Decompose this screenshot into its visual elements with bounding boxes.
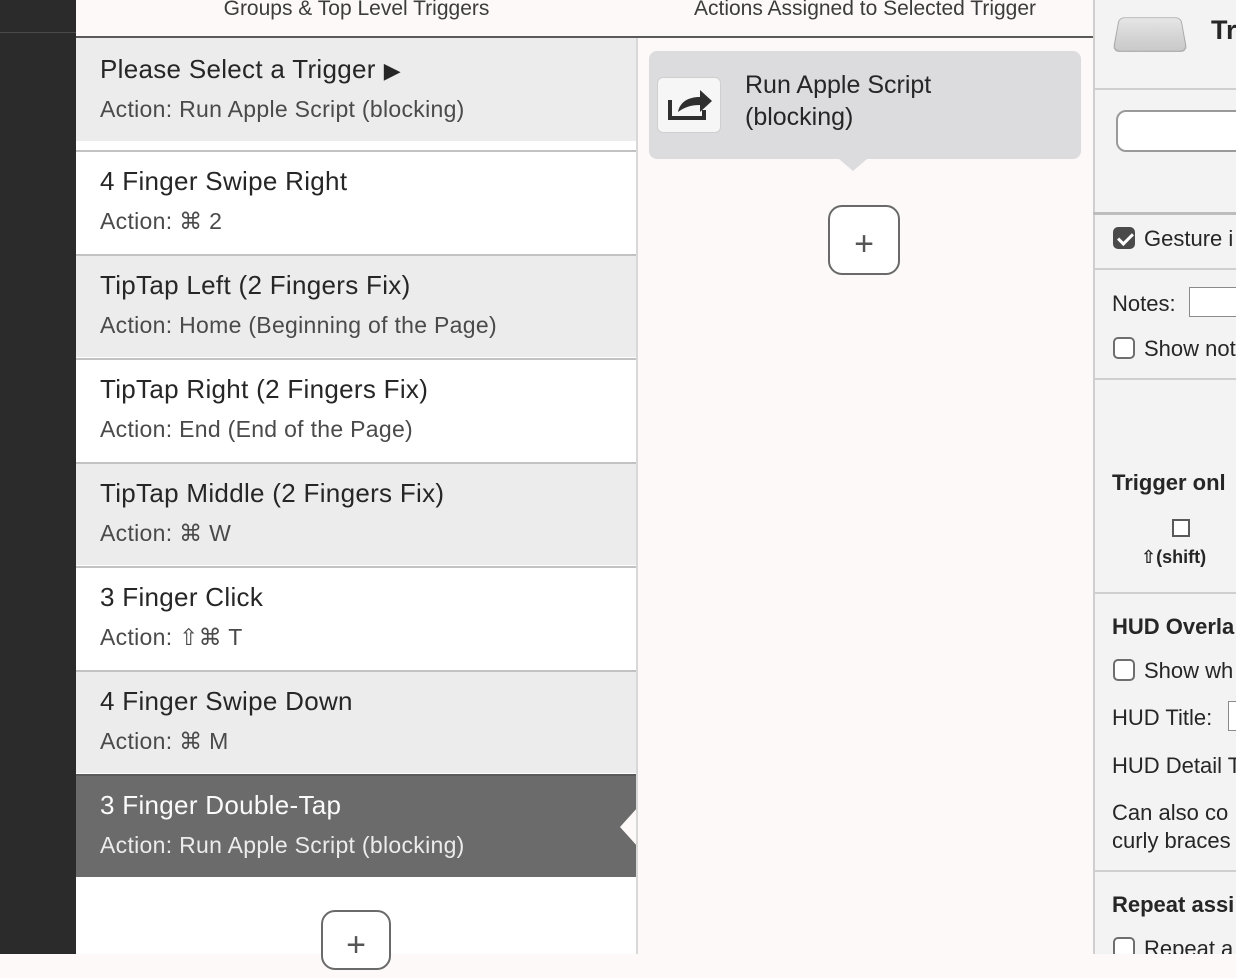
trigger-list: Please Select a Trigger ▶ Action: Run App… xyxy=(76,38,638,970)
trigger-action: Action: Run Apple Script (blocking) xyxy=(100,832,465,858)
show-when-checkbox[interactable] xyxy=(1113,659,1135,681)
show-when-label: Show wh xyxy=(1144,658,1234,683)
show-notes-checkbox[interactable] xyxy=(1113,337,1135,359)
trigger-title: 3 Finger Click xyxy=(100,582,264,612)
gesture-name-input[interactable] xyxy=(1116,110,1236,152)
add-trigger-button[interactable]: + xyxy=(321,910,391,970)
trigger-action: Action: ⇧⌘ T xyxy=(100,624,243,650)
can-also-text-1: Can also co xyxy=(1112,800,1229,825)
add-action-button[interactable]: + xyxy=(828,205,900,275)
trigger-title: TipTap Left (2 Fingers Fix) xyxy=(100,270,411,300)
notes-input[interactable] xyxy=(1189,287,1236,317)
trigger-row[interactable]: TipTap Right (2 Fingers Fix) Action: End… xyxy=(76,358,637,461)
trigger-action: Action: Home (Beginning of the Page) xyxy=(100,312,497,338)
trigger-title: 4 Finger Swipe Down xyxy=(100,686,353,716)
action-card[interactable]: Run Apple Script (blocking) xyxy=(649,51,1081,171)
shift-modifier-checkbox[interactable] xyxy=(1172,519,1190,537)
trackpad-icon xyxy=(1112,17,1188,52)
can-also-text-2: curly braces xyxy=(1112,828,1231,853)
hud-detail-label: HUD Detail T xyxy=(1112,753,1236,778)
trigger-config-panel: Tr Gesture i Notes: Show not Trigger onl… xyxy=(1093,0,1236,954)
panel-divider xyxy=(636,38,638,954)
hud-title-input[interactable] xyxy=(1228,701,1236,731)
trigger-action: Action: ⌘ 2 xyxy=(100,208,223,234)
trigger-row[interactable]: TipTap Middle (2 Fingers Fix) Action: ⌘ … xyxy=(76,462,637,565)
repeat-checkbox[interactable] xyxy=(1113,937,1135,954)
show-notes-label: Show not xyxy=(1144,336,1236,361)
share-arrow-icon xyxy=(657,77,721,133)
trigger-title: 4 Finger Swipe Right xyxy=(100,166,348,196)
trigger-title: TipTap Right (2 Fingers Fix) xyxy=(100,374,429,404)
gesture-checkbox-label: Gesture i xyxy=(1144,226,1234,251)
triggers-column-header: Groups & Top Level Triggers xyxy=(223,0,490,20)
actions-column-header: Actions Assigned to Selected Trigger xyxy=(693,0,1037,20)
trigger-action: Action: Run Apple Script (blocking) xyxy=(100,96,465,122)
trigger-action: Action: End (End of the Page) xyxy=(100,416,414,442)
repeat-checkbox-label: Repeat a xyxy=(1144,936,1234,954)
trigger-row-selected[interactable]: 3 Finger Double-Tap Action: Run Apple Sc… xyxy=(76,774,638,877)
gesture-enabled-checkbox[interactable] xyxy=(1113,227,1135,249)
repeat-label: Repeat assi xyxy=(1112,892,1235,917)
trigger-title: TipTap Middle (2 Fingers Fix) xyxy=(100,478,445,508)
sidebar-strip xyxy=(0,0,76,954)
trigger-row[interactable]: TipTap Left (2 Fingers Fix) Action: Home… xyxy=(76,254,637,357)
trigger-row[interactable]: 4 Finger Swipe Down Action: ⌘ M xyxy=(76,670,637,773)
play-arrow-icon: ▶ xyxy=(383,58,401,83)
trigger-title: Please Select a Trigger ▶ xyxy=(100,54,401,84)
trigger-row[interactable]: Please Select a Trigger ▶ Action: Run App… xyxy=(76,38,637,141)
hud-overlay-label: HUD Overla xyxy=(1112,614,1235,639)
hud-title-label: HUD Title: xyxy=(1112,705,1213,730)
config-title: Tr xyxy=(1211,15,1236,45)
trigger-action: Action: ⌘ W xyxy=(100,520,232,546)
trigger-only-label: Trigger onl xyxy=(1112,470,1226,495)
action-title: Run Apple Script (blocking) xyxy=(745,71,932,131)
trigger-title: 3 Finger Double-Tap xyxy=(100,790,342,820)
trigger-row[interactable]: 4 Finger Swipe Right Action: ⌘ 2 xyxy=(76,150,637,253)
trigger-row[interactable]: 3 Finger Click Action: ⇧⌘ T xyxy=(76,566,637,669)
shift-modifier-label: ⇧(shift) xyxy=(1141,547,1207,567)
notes-label: Notes: xyxy=(1112,291,1176,316)
trigger-action: Action: ⌘ M xyxy=(100,728,229,754)
